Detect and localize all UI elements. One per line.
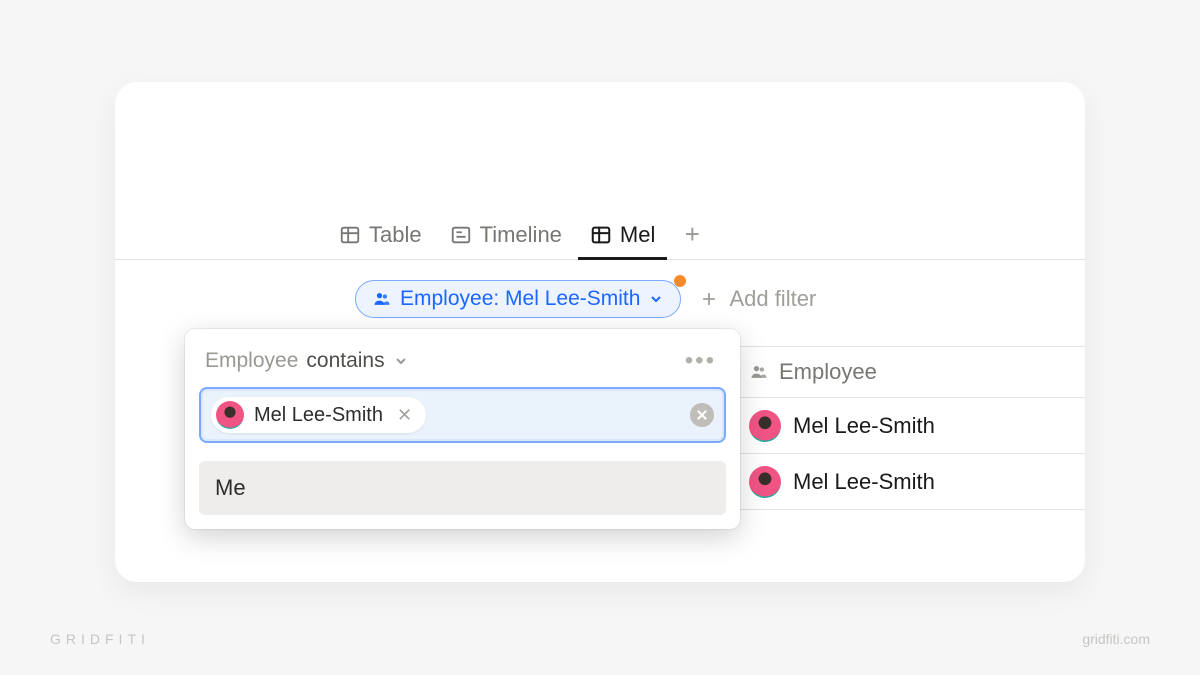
clear-input-button[interactable] [690,403,714,427]
filter-bar: Employee: Mel Lee-Smith Add filter [355,280,816,318]
filter-pill-label: Employee: Mel Lee-Smith [400,287,640,311]
table-row[interactable]: Mel Lee-Smith [737,454,1085,510]
brand-watermark: GRIDFITI [50,631,150,647]
token-label: Mel Lee-Smith [254,404,383,427]
filter-option-me[interactable]: Me [199,461,726,515]
employee-name: Mel Lee-Smith [793,469,935,495]
add-view-button[interactable]: + [675,219,709,250]
column-header-employee[interactable]: Employee [737,346,1085,398]
filter-pill-employee[interactable]: Employee: Mel Lee-Smith [355,280,681,318]
chevron-down-icon [393,353,409,369]
more-horizontal-icon: ••• [685,347,716,374]
view-tabs-bar: Table Timeline Mel + [115,210,1085,260]
people-icon [749,362,769,382]
filter-operator: contains [306,349,384,373]
table-icon [590,224,612,246]
filter-popover: Employee contains ••• Mel Lee-Smith ✕ Me [185,329,740,529]
table-icon [339,224,361,246]
view-tab-mel[interactable]: Mel [576,210,669,259]
filter-field-name: Employee [205,349,298,373]
app-card: Table Timeline Mel + [115,82,1085,582]
add-filter-button[interactable]: Add filter [699,286,816,312]
table-row[interactable]: Mel Lee-Smith [737,398,1085,454]
view-tab-timeline[interactable]: Timeline [436,210,576,259]
add-filter-label: Add filter [729,286,816,312]
filter-condition[interactable]: Employee contains [205,349,409,373]
plus-icon [699,289,719,309]
chevron-down-icon [648,291,664,307]
employee-name: Mel Lee-Smith [793,413,935,439]
avatar [749,466,781,498]
column-header-label: Employee [779,359,877,385]
url-watermark: gridfiti.com [1082,631,1150,647]
view-tab-label: Timeline [480,222,562,248]
timeline-icon [450,224,472,246]
close-icon: ✕ [397,405,412,425]
view-tab-label: Mel [620,222,655,248]
view-tabs: Table Timeline Mel + [325,210,709,259]
filter-value-input[interactable]: Mel Lee-Smith ✕ [199,387,726,443]
more-options-button[interactable]: ••• [681,347,720,375]
remove-token-button[interactable]: ✕ [393,405,416,426]
view-tab-table[interactable]: Table [325,210,436,259]
people-icon [372,289,392,309]
option-label: Me [215,475,246,500]
selected-person-token[interactable]: Mel Lee-Smith ✕ [211,397,426,433]
avatar [749,410,781,442]
filter-changed-indicator [674,275,686,287]
plus-icon: + [685,219,700,250]
popover-header: Employee contains ••• [199,343,726,387]
avatar [216,401,244,429]
view-tab-label: Table [369,222,422,248]
